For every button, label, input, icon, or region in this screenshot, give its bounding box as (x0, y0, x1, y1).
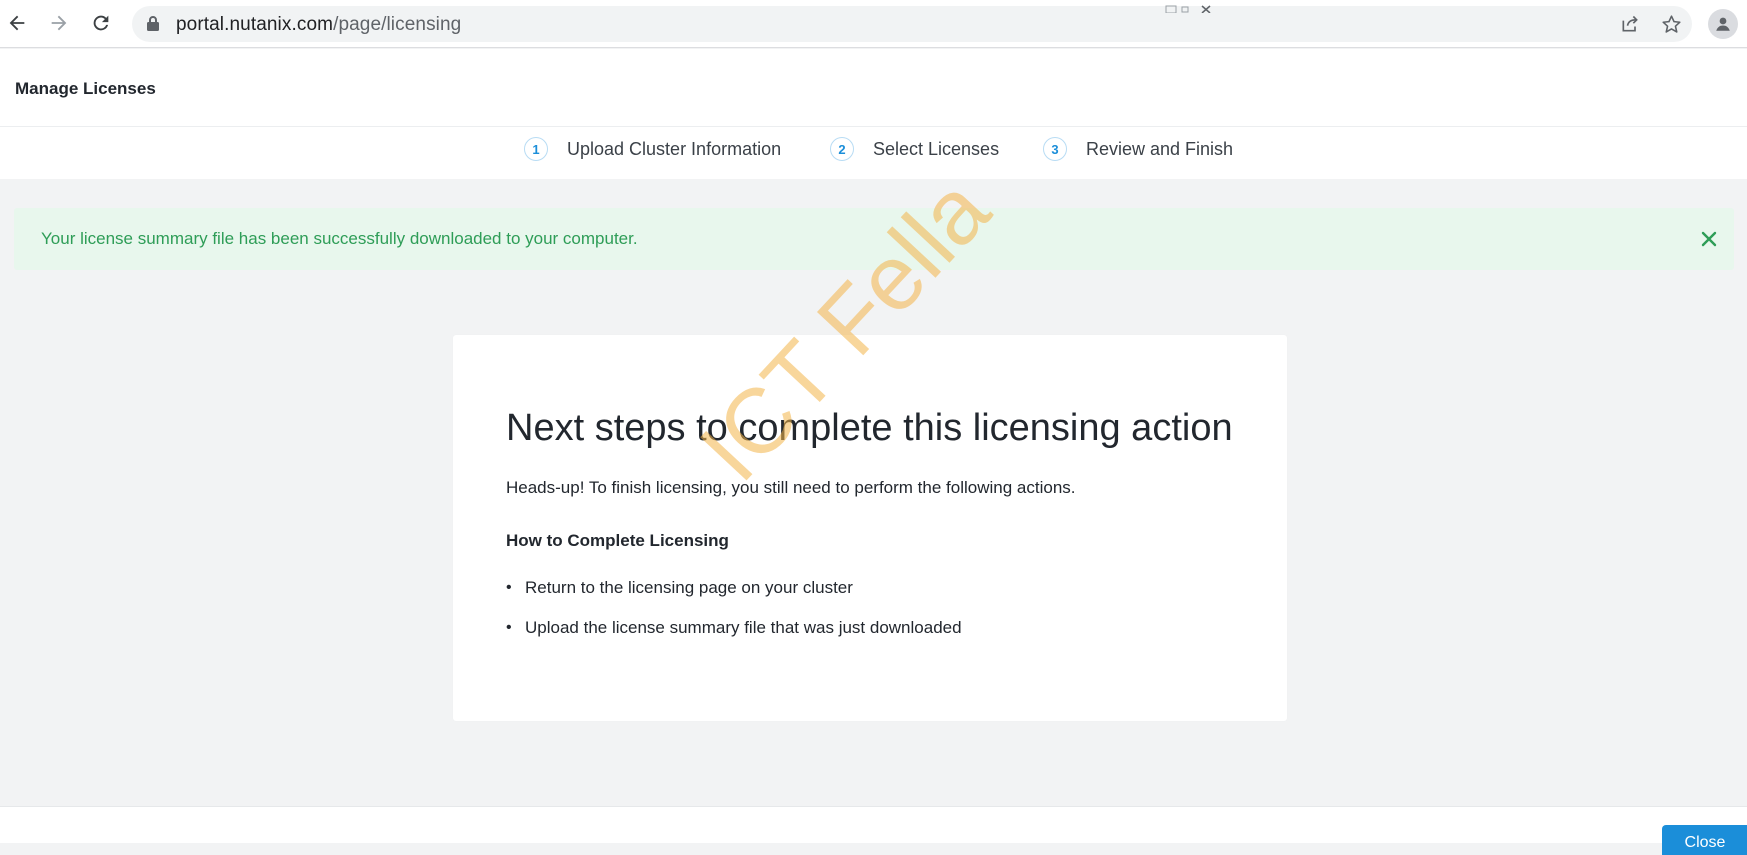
window-mini-controls (1164, 0, 1216, 14)
page-title: Manage Licenses (15, 79, 156, 98)
reload-icon[interactable] (88, 10, 114, 36)
browser-toolbar: portal.nutanix.com/page/licensing (0, 0, 1747, 48)
address-bar[interactable]: portal.nutanix.com/page/licensing (132, 6, 1692, 42)
list-item-text: Upload the license summary file that was… (525, 618, 962, 637)
step-select-licenses[interactable]: 2 Select Licenses (830, 135, 999, 163)
back-icon[interactable] (4, 10, 30, 36)
bullet: • (506, 579, 512, 596)
step-number: 1 (524, 137, 548, 161)
list-item: • Return to the licensing page on your cl… (506, 568, 962, 608)
app-header: Manage Licenses (0, 49, 1747, 127)
step-label: Review and Finish (1086, 138, 1234, 159)
next-steps-card: Next steps to complete this licensing ac… (453, 335, 1287, 721)
url-path: /page/licensing (333, 14, 462, 35)
step-number: 3 (1043, 137, 1067, 161)
url-text[interactable]: portal.nutanix.com/page/licensing (176, 14, 461, 36)
step-number: 2 (830, 137, 854, 161)
step-review-and-finish[interactable]: 3 Review and Finish (1043, 135, 1233, 163)
wizard-stepper: 1 Upload Cluster Information 2 Select Li… (0, 127, 1747, 179)
step-label: Upload Cluster Information (567, 138, 782, 159)
card-subheading: How to Complete Licensing (506, 531, 729, 550)
close-button[interactable]: Close (1662, 825, 1747, 855)
success-alert: Your license summary file has been succe… (14, 208, 1734, 270)
steps-list: • Return to the licensing page on your cl… (506, 568, 962, 648)
profile-icon[interactable] (1708, 9, 1738, 39)
card-intro: Heads-up! To finish licensing, you still… (506, 478, 1076, 497)
list-item-text: Return to the licensing page on your clu… (525, 578, 853, 597)
lock-icon (146, 15, 160, 37)
step-upload-cluster-information[interactable]: 1 Upload Cluster Information (524, 135, 781, 163)
card-title: Next steps to complete this licensing ac… (506, 407, 1233, 449)
alert-message: Your license summary file has been succe… (41, 229, 638, 248)
footer-bar: Close (0, 806, 1747, 855)
bullet: • (506, 619, 512, 636)
url-host: portal.nutanix.com (176, 14, 334, 35)
star-icon[interactable] (1661, 14, 1682, 40)
list-item: • Upload the license summary file that wa… (506, 608, 962, 648)
close-icon[interactable] (1694, 224, 1724, 254)
forward-icon[interactable] (46, 10, 72, 36)
step-label: Select Licenses (873, 138, 1000, 159)
share-icon[interactable] (1620, 14, 1640, 39)
